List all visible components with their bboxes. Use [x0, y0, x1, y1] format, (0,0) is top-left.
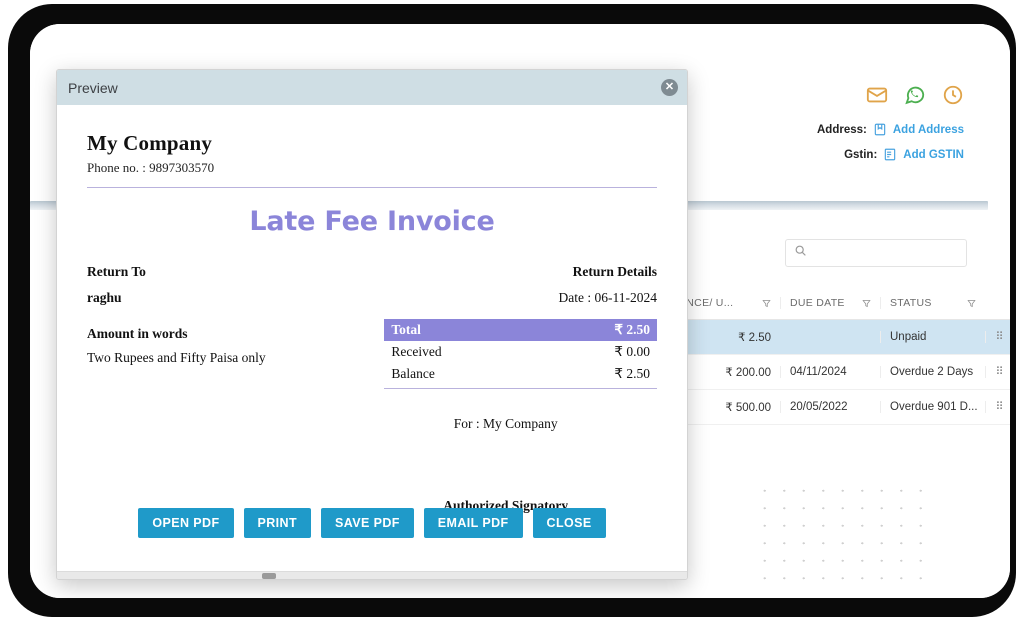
- search-input[interactable]: [812, 247, 962, 259]
- print-button[interactable]: PRINT: [243, 508, 311, 538]
- filter-funnel-icon[interactable]: [967, 299, 976, 308]
- gstin-row: Gstin: Add GSTIN: [844, 147, 964, 162]
- close-icon[interactable]: ✕: [661, 79, 678, 96]
- save-pdf-button[interactable]: SAVE PDF: [321, 508, 414, 538]
- invoice-date: Date : 06-11-2024: [558, 290, 657, 305]
- history-clock-icon[interactable]: [942, 84, 964, 106]
- return-details-label: Return Details: [572, 264, 657, 279]
- column-header-status[interactable]: STATUS: [880, 297, 985, 309]
- message-icon[interactable]: [866, 84, 888, 106]
- device-bezel: Address: Add Address Gstin: Add GSTIN AN…: [8, 4, 1016, 617]
- for-company-text: For : My Company: [453, 416, 558, 431]
- received-row: Received ₹ 0.00: [384, 341, 657, 363]
- address-label: Address:: [817, 123, 867, 136]
- header-divider: [87, 187, 657, 188]
- invoice-info-grid: Return To raghu Amount in words Two Rupe…: [87, 264, 657, 514]
- totals-table: Total ₹ 2.50 Received ₹ 0.00 Balance ₹ 2…: [384, 319, 657, 389]
- cell-status: Overdue 901 D...: [880, 401, 985, 413]
- address-row: Address: Add Address: [817, 122, 964, 137]
- column-header-due-date[interactable]: DUE DATE: [780, 297, 880, 309]
- balance-value: ₹ 2.50: [614, 366, 650, 381]
- invoices-table: ANCE/ U... DUE DATE STATUS ₹ 2.50 Unpaid…: [670, 287, 1010, 425]
- modal-title: Preview: [68, 79, 118, 96]
- received-label: Received: [391, 344, 442, 359]
- total-label: Total: [391, 322, 421, 337]
- filter-funnel-icon[interactable]: [762, 299, 771, 308]
- add-gstin-link[interactable]: Add GSTIN: [903, 149, 964, 161]
- total-row: Total ₹ 2.50: [384, 319, 657, 341]
- open-pdf-button[interactable]: OPEN PDF: [138, 508, 234, 538]
- top-action-icons: [866, 84, 964, 106]
- add-address-link[interactable]: Add Address: [893, 124, 964, 136]
- amount-in-words-label: Amount in words: [87, 326, 188, 341]
- table-header-row: ANCE/ U... DUE DATE STATUS: [670, 287, 1010, 320]
- company-name: My Company: [87, 131, 213, 155]
- drag-grip-icon[interactable]: ⠿: [985, 331, 1010, 343]
- cell-due-date: 04/11/2024: [780, 366, 880, 378]
- amount-in-words-value: Two Rupees and Fifty Paisa only: [87, 350, 266, 365]
- scrollbar-thumb[interactable]: [262, 573, 276, 579]
- customer-name: raghu: [87, 290, 122, 305]
- modal-action-buttons: OPEN PDF PRINT SAVE PDF EMAIL PDF CLOSE: [57, 508, 687, 538]
- return-details-column: Return Details Date : 06-11-2024 Total ₹…: [384, 264, 657, 514]
- drag-grip-icon[interactable]: ⠿: [985, 401, 1010, 413]
- cell-status: Overdue 2 Days: [880, 366, 985, 378]
- return-to-label: Return To: [87, 264, 146, 279]
- address-book-icon: [873, 122, 887, 137]
- company-phone: Phone no. : 9897303570: [87, 160, 215, 175]
- totals-divider: [384, 388, 657, 389]
- modal-titlebar: Preview ✕: [57, 70, 687, 105]
- column-header-status-label: STATUS: [890, 297, 932, 309]
- table-row[interactable]: ₹ 2.50 Unpaid ⠿: [670, 320, 1010, 355]
- column-header-due-date-label: DUE DATE: [790, 297, 845, 309]
- balance-row: Balance ₹ 2.50: [384, 363, 657, 385]
- invoice-title: Late Fee Invoice: [249, 206, 495, 237]
- table-row[interactable]: ₹ 200.00 04/11/2024 Overdue 2 Days ⠿: [670, 355, 1010, 390]
- filter-funnel-icon[interactable]: [862, 299, 871, 308]
- email-pdf-button[interactable]: EMAIL PDF: [423, 508, 523, 538]
- gstin-document-icon: [883, 147, 897, 162]
- close-button[interactable]: CLOSE: [532, 508, 606, 538]
- whatsapp-icon[interactable]: [904, 84, 926, 106]
- preview-modal: Preview ✕ My Company Phone no. : 9897303…: [56, 69, 688, 580]
- search-box[interactable]: [785, 239, 967, 267]
- balance-label: Balance: [391, 366, 435, 381]
- decorative-dot-grid: [752, 479, 927, 584]
- device-screen: Address: Add Address Gstin: Add GSTIN AN…: [30, 24, 1010, 598]
- cell-status: Unpaid: [880, 331, 985, 343]
- total-value: ₹ 2.50: [614, 322, 650, 337]
- received-value: ₹ 0.00: [614, 344, 650, 359]
- cell-due-date: 20/05/2022: [780, 401, 880, 413]
- drag-grip-icon[interactable]: ⠿: [985, 366, 1010, 378]
- invoice-preview-body: My Company Phone no. : 9897303570 Late F…: [57, 105, 687, 546]
- search-icon: [794, 244, 807, 262]
- gstin-label: Gstin:: [844, 148, 878, 161]
- modal-horizontal-scrollbar[interactable]: [57, 571, 687, 579]
- table-row[interactable]: ₹ 500.00 20/05/2022 Overdue 901 D... ⠿: [670, 390, 1010, 425]
- return-to-column: Return To raghu Amount in words Two Rupe…: [87, 264, 384, 514]
